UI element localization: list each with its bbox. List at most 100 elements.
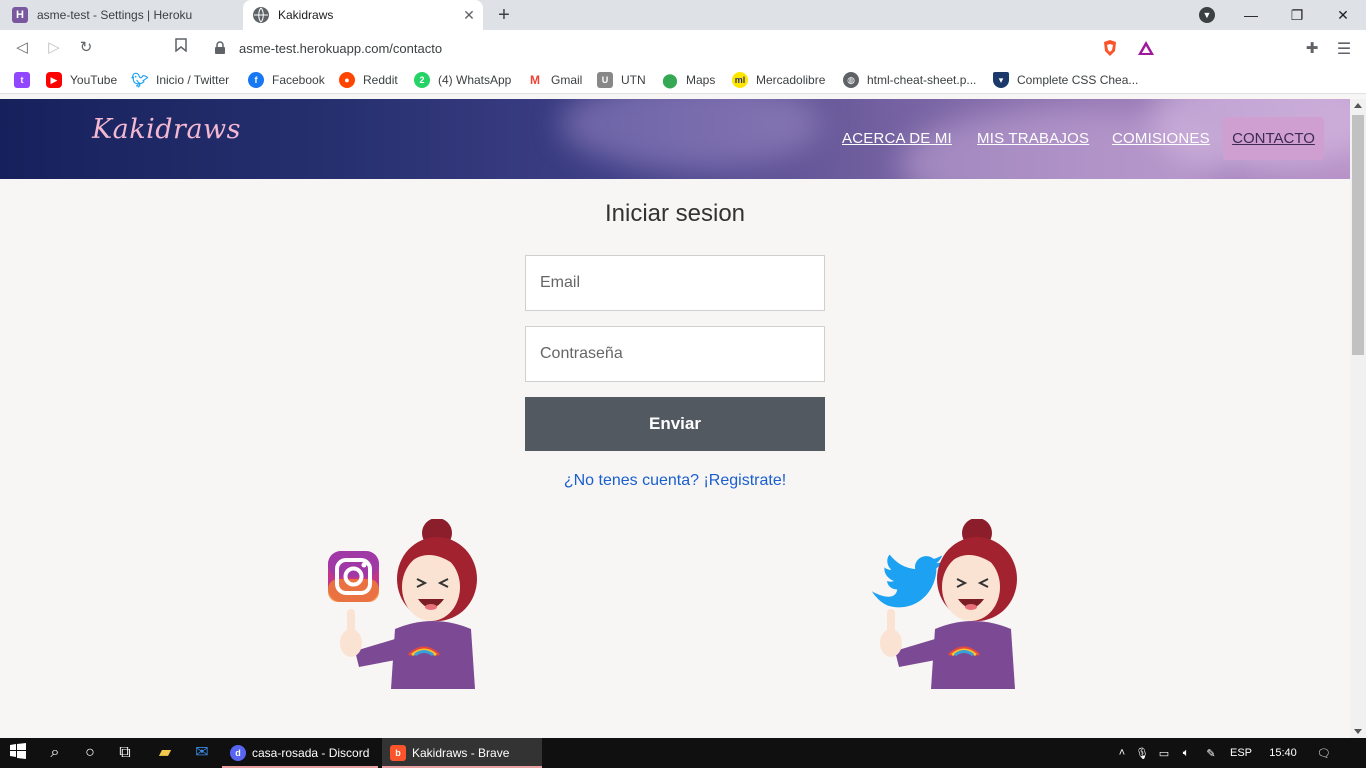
volume-icon[interactable]: 🔈︎ <box>1175 747 1197 760</box>
taskbar-app-discord[interactable]: d casa-rosada - Discord <box>222 738 378 768</box>
tab-title: Kakidraws <box>278 8 334 22</box>
back-icon[interactable]: ◁ <box>12 38 32 58</box>
site-logo[interactable]: Kakidraws <box>92 114 241 145</box>
microphone-icon[interactable]: 🎙︎ <box>1131 747 1153 760</box>
close-tab-icon[interactable]: ✕ <box>461 7 477 23</box>
bookmark-whatsapp[interactable]: 2 (4) WhatsApp <box>414 71 511 89</box>
close-icon[interactable]: ✕ <box>1320 0 1366 30</box>
bookmarks-bar: t ▶ YouTube 🐦︎ Inicio / Twitter f Facebo… <box>0 66 1366 94</box>
windows-start-icon[interactable] <box>8 743 28 763</box>
nav-acerca-de-mi[interactable]: ACERCA DE MI <box>842 130 952 147</box>
instagram-icon <box>328 551 379 602</box>
bookmark-gmail[interactable]: M Gmail <box>527 71 582 89</box>
register-link[interactable]: ¿No tenes cuenta? ¡Registrate! <box>0 472 1350 490</box>
bookmark-twitch[interactable]: t <box>14 71 38 89</box>
forward-icon[interactable]: ▷ <box>44 38 64 58</box>
system-tray: ˄ 🎙︎ ▭ 🔈︎ ✎ ESP 15:40 🗨︎ <box>1113 738 1339 768</box>
bookmark-youtube[interactable]: ▶ YouTube <box>46 71 117 89</box>
restore-icon[interactable]: ❐ <box>1274 0 1320 30</box>
password-field[interactable] <box>526 327 824 381</box>
header-cloud <box>560 99 820 169</box>
bookmark-label: html-cheat-sheet.p... <box>867 73 977 87</box>
taskbar-app-brave[interactable]: b Kakidraws - Brave <box>382 738 542 768</box>
nav-comisiones[interactable]: COMISIONES <box>1112 130 1210 147</box>
character-illustration <box>328 518 477 689</box>
utn-icon: U <box>597 72 613 88</box>
bookmark-label: YouTube <box>70 73 118 87</box>
mail-icon[interactable]: ✉ <box>192 743 212 763</box>
lock-icon <box>215 41 225 54</box>
bookmark-label: Inicio / Twitter <box>156 73 230 87</box>
network-icon[interactable]: ▭ <box>1153 747 1175 760</box>
scroll-up-icon[interactable] <box>1354 103 1362 108</box>
scroll-thumb[interactable] <box>1352 115 1364 355</box>
bookmark-label: Maps <box>686 73 716 87</box>
reddit-icon: ● <box>339 72 355 88</box>
chevron-up-icon[interactable]: ˄ <box>1113 747 1131 759</box>
nav-mis-trabajos[interactable]: MIS TRABAJOS <box>977 130 1089 147</box>
brave-shields-icon[interactable] <box>1102 39 1118 57</box>
reload-icon[interactable]: ↻ <box>76 38 96 58</box>
youtube-icon: ▶ <box>46 72 62 88</box>
brave-rewards-icon[interactable] <box>1137 40 1155 56</box>
twitch-icon: t <box>14 72 30 88</box>
browser-tab-bar: H asme-test - Settings | Heroku Kakidraw… <box>0 0 1366 30</box>
new-tab-button[interactable]: + <box>493 4 515 26</box>
clock[interactable]: 15:40 <box>1257 747 1309 759</box>
password-field-wrapper <box>525 326 825 382</box>
whatsapp-icon: 2 <box>414 72 430 88</box>
windows-taskbar: ⌕ ○ ⧉ ▰ ✉ d casa-rosada - Discord b Kaki… <box>0 738 1366 768</box>
bookmark-icon[interactable] <box>171 38 191 58</box>
submit-button[interactable]: Enviar <box>525 397 825 451</box>
scroll-down-icon[interactable] <box>1354 729 1362 734</box>
maps-icon: ⬤ <box>662 71 678 88</box>
instagram-card[interactable] <box>325 518 500 694</box>
globe-icon <box>253 7 269 23</box>
globe-icon: ◍ <box>843 72 859 88</box>
bookmark-label: Gmail <box>551 73 583 87</box>
search-icon[interactable]: ⌕ <box>45 743 65 763</box>
twitter-icon: 🐦︎ <box>131 71 149 88</box>
task-view-icon[interactable]: ⧉ <box>115 743 135 763</box>
bookmark-css-cheat-sheet[interactable]: ▾ Complete CSS Chea... <box>993 71 1138 89</box>
nav-contacto-label: CONTACTO <box>1232 130 1315 147</box>
character-illustration <box>871 518 1017 689</box>
minimize-icon[interactable]: — <box>1228 0 1274 30</box>
menu-icon[interactable]: ☰ <box>1335 39 1353 58</box>
page-scrollbar[interactable] <box>1350 99 1366 738</box>
shield-icon: ▾ <box>993 72 1009 88</box>
brave-icon: b <box>390 745 406 761</box>
extensions-icon[interactable]: ✚ <box>1303 39 1321 57</box>
bookmark-label: Mercadolibre <box>756 73 826 87</box>
bookmark-twitter[interactable]: 🐦︎ Inicio / Twitter <box>131 71 230 89</box>
bookmark-utn[interactable]: U UTN <box>597 71 646 89</box>
tab-search-icon[interactable]: ▼ <box>1199 7 1215 23</box>
bookmark-label: (4) WhatsApp <box>438 73 512 87</box>
site-header: Kakidraws ACERCA DE MI MIS TRABAJOS COMI… <box>0 99 1350 179</box>
bookmark-label: Reddit <box>363 73 398 87</box>
twitter-card[interactable] <box>865 518 1040 694</box>
bookmark-html-cheat-sheet[interactable]: ◍ html-cheat-sheet.p... <box>843 71 976 89</box>
gmail-icon: M <box>527 72 543 88</box>
tab-heroku-settings[interactable]: H asme-test - Settings | Heroku <box>0 0 240 30</box>
mercadolibre-icon: ml <box>732 72 748 88</box>
bookmark-facebook[interactable]: f Facebook <box>248 71 325 89</box>
discord-icon: d <box>230 745 246 761</box>
bookmark-mercadolibre[interactable]: ml Mercadolibre <box>732 71 825 89</box>
language-indicator[interactable]: ESP <box>1225 747 1257 759</box>
nav-contacto[interactable]: CONTACTO <box>1223 117 1324 160</box>
bookmark-maps[interactable]: ⬤ Maps <box>662 71 715 89</box>
email-field[interactable] <box>526 256 824 310</box>
bookmark-label: UTN <box>621 73 646 87</box>
tab-kakidraws[interactable]: Kakidraws ✕ <box>243 0 483 30</box>
browser-toolbar: ◁ ▷ ↻ asme-test.herokuapp.com/contacto ✚… <box>0 30 1366 66</box>
notifications-icon[interactable]: 🗨︎ <box>1309 747 1339 760</box>
pen-icon[interactable]: ✎ <box>1197 747 1225 760</box>
address-text: asme-test.herokuapp.com/contacto <box>239 40 443 56</box>
bookmark-reddit[interactable]: ● Reddit <box>339 71 398 89</box>
login-title: Iniciar sesion <box>604 200 746 227</box>
heroku-icon: H <box>12 7 28 23</box>
address-bar[interactable]: asme-test.herokuapp.com/contacto <box>203 34 1163 62</box>
cortana-icon[interactable]: ○ <box>80 743 100 763</box>
file-explorer-icon[interactable]: ▰ <box>155 743 175 763</box>
